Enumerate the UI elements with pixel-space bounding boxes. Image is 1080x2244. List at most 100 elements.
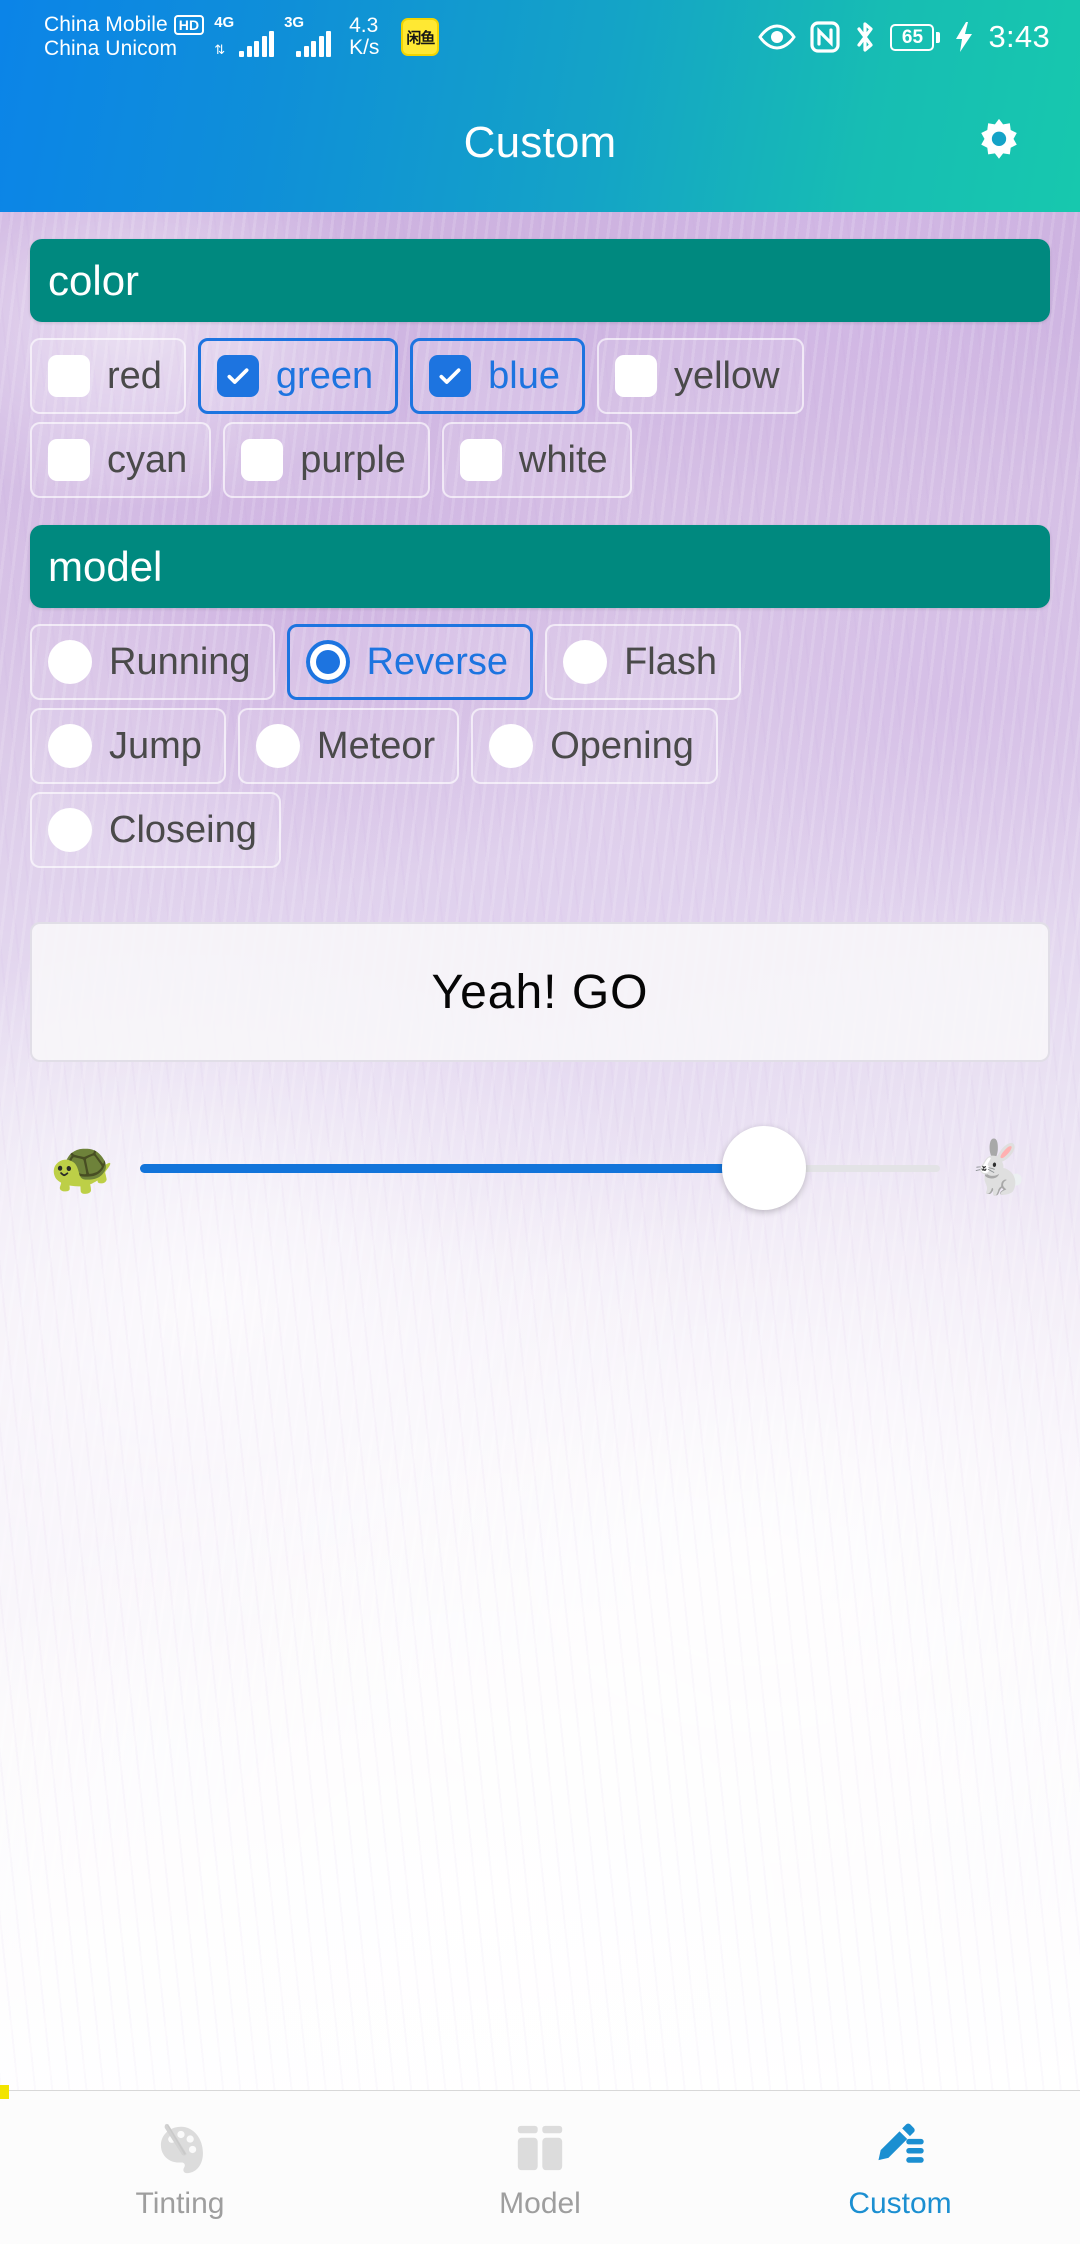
model-option-closeing[interactable]: Closeing: [30, 792, 281, 868]
radio-running[interactable]: [48, 640, 92, 684]
nav-item-model-label: Model: [499, 2186, 581, 2220]
radio-opening[interactable]: [489, 724, 534, 768]
checkbox-purple[interactable]: [241, 439, 284, 481]
radio-meteor[interactable]: [255, 724, 300, 768]
color-options-row-1: red green blue yellow: [30, 322, 1050, 414]
data-transfer-arrows-icon: ⇅: [214, 42, 226, 57]
nav-item-custom[interactable]: Custom: [720, 2091, 1080, 2244]
turtle-icon: 🐢: [49, 1139, 115, 1197]
model-option-jump[interactable]: Jump: [30, 708, 226, 784]
checkbox-blue[interactable]: [429, 355, 472, 397]
model-option-running-label: Running: [109, 641, 251, 683]
signal-indicator-2: 3G: [284, 14, 332, 57]
model-section-header: model: [30, 525, 1050, 608]
network-speed-value: 4.3: [349, 13, 379, 37]
color-option-white[interactable]: white: [441, 422, 632, 498]
network-speed-unit: K/s: [349, 36, 380, 59]
page-title: Custom: [463, 118, 617, 167]
color-section-header: color: [30, 239, 1050, 322]
nav-item-tinting-label: Tinting: [135, 2186, 225, 2220]
checkbox-green[interactable]: [216, 355, 259, 397]
model-options-row-1: Running Reverse Flash: [30, 608, 1050, 700]
model-option-running[interactable]: Running: [30, 624, 275, 700]
radio-reverse[interactable]: [305, 640, 350, 684]
signal-bars-2-icon: [296, 31, 332, 57]
signal-indicator-1: 4G ⇅: [214, 14, 275, 57]
status-bar-clock: 3:43: [988, 19, 1050, 54]
hd-badge: HD: [173, 15, 205, 36]
slider-thumb[interactable]: [722, 1126, 806, 1210]
speed-slider-row: 🐢 🐇: [48, 1108, 1032, 1228]
carrier-names: China Mobile HD China Unicom: [44, 13, 205, 61]
gear-icon: [973, 115, 1025, 172]
color-option-red[interactable]: red: [30, 338, 186, 414]
signal-2-label: 3G: [284, 14, 305, 31]
radio-jump[interactable]: [48, 724, 92, 768]
checkbox-red[interactable]: [48, 355, 90, 397]
signal-1-label: 4G: [214, 14, 235, 31]
battery-cap: [936, 31, 941, 43]
bluetooth-icon: [854, 20, 876, 54]
battery-icon: 65: [890, 23, 941, 51]
speed-slider[interactable]: [140, 1123, 940, 1213]
model-options-row-3: Closeing: [30, 784, 1050, 868]
top-bar: China Mobile HD China Unicom 4G ⇅ 3G 4.3…: [0, 0, 1080, 212]
checkbox-yellow[interactable]: [614, 355, 657, 397]
bottom-navigation: Tinting Model Custom: [0, 2090, 1080, 2244]
color-option-green-label: green: [275, 355, 374, 397]
slider-fill: [140, 1163, 764, 1173]
settings-button[interactable]: [966, 110, 1032, 176]
app-bar: Custom: [0, 74, 1080, 212]
model-options-row-2: Jump Meteor Opening: [30, 700, 1050, 784]
color-option-purple-label: purple: [300, 439, 406, 481]
radio-flash[interactable]: [563, 640, 608, 684]
battery-percent-label: 65: [890, 23, 935, 51]
color-option-blue-label: blue: [488, 355, 560, 397]
color-option-yellow-label: yellow: [673, 355, 780, 397]
carrier-2-label: China Unicom: [44, 37, 178, 60]
model-option-meteor[interactable]: Meteor: [237, 708, 460, 784]
color-options-row-2: cyan purple white: [30, 414, 1050, 498]
model-option-meteor-label: Meteor: [316, 725, 436, 767]
carrier-1-label: China Mobile: [44, 13, 168, 37]
carrier-row-1: China Mobile HD: [44, 13, 205, 37]
model-option-jump-label: Jump: [109, 725, 202, 767]
color-option-white-label: white: [518, 439, 608, 481]
notification-app-badge-icon: 闲鱼: [401, 18, 440, 56]
model-option-closeing-label: Closeing: [109, 809, 257, 851]
pen-list-icon: [871, 2117, 929, 2179]
checkbox-white[interactable]: [459, 439, 502, 481]
model-option-flash[interactable]: Flash: [545, 624, 741, 700]
go-button[interactable]: Yeah! GO: [30, 922, 1050, 1062]
model-option-opening-label: Opening: [550, 725, 694, 767]
status-bar-right: 65 3:43: [758, 19, 1050, 55]
screen-edge-marker: [0, 2085, 9, 2099]
color-option-green[interactable]: green: [197, 338, 399, 414]
nav-item-model[interactable]: Model: [360, 2091, 720, 2244]
color-option-red-label: red: [107, 355, 162, 397]
charging-bolt-icon: [954, 21, 974, 53]
layout-blocks-icon: [512, 2117, 568, 2179]
color-option-yellow[interactable]: yellow: [596, 338, 804, 414]
checkbox-cyan[interactable]: [48, 439, 90, 481]
signal-bars-1-icon: [239, 31, 275, 57]
color-option-cyan[interactable]: cyan: [30, 422, 212, 498]
status-bar: China Mobile HD China Unicom 4G ⇅ 3G 4.3…: [0, 0, 1080, 74]
color-option-blue[interactable]: blue: [410, 338, 585, 414]
nav-item-tinting[interactable]: Tinting: [0, 2091, 360, 2244]
phone-screen: China Mobile HD China Unicom 4G ⇅ 3G 4.3…: [0, 0, 1080, 2244]
nfc-icon: [810, 21, 841, 53]
radio-closeing[interactable]: [48, 808, 92, 852]
model-option-reverse-label: Reverse: [366, 641, 509, 683]
network-speed: 4.3 K/s: [349, 13, 380, 60]
rabbit-icon: 🐇: [965, 1139, 1031, 1197]
nav-item-custom-label: Custom: [848, 2186, 952, 2220]
carrier-row-2: China Unicom: [44, 37, 204, 61]
status-bar-left: China Mobile HD China Unicom 4G ⇅ 3G 4.3…: [44, 13, 440, 61]
eye-care-icon: [758, 24, 797, 50]
palette-brush-icon: [151, 2117, 209, 2179]
color-option-purple[interactable]: purple: [223, 422, 430, 498]
model-option-reverse[interactable]: Reverse: [286, 624, 534, 700]
model-option-opening[interactable]: Opening: [471, 708, 718, 784]
model-option-flash-label: Flash: [624, 641, 717, 683]
